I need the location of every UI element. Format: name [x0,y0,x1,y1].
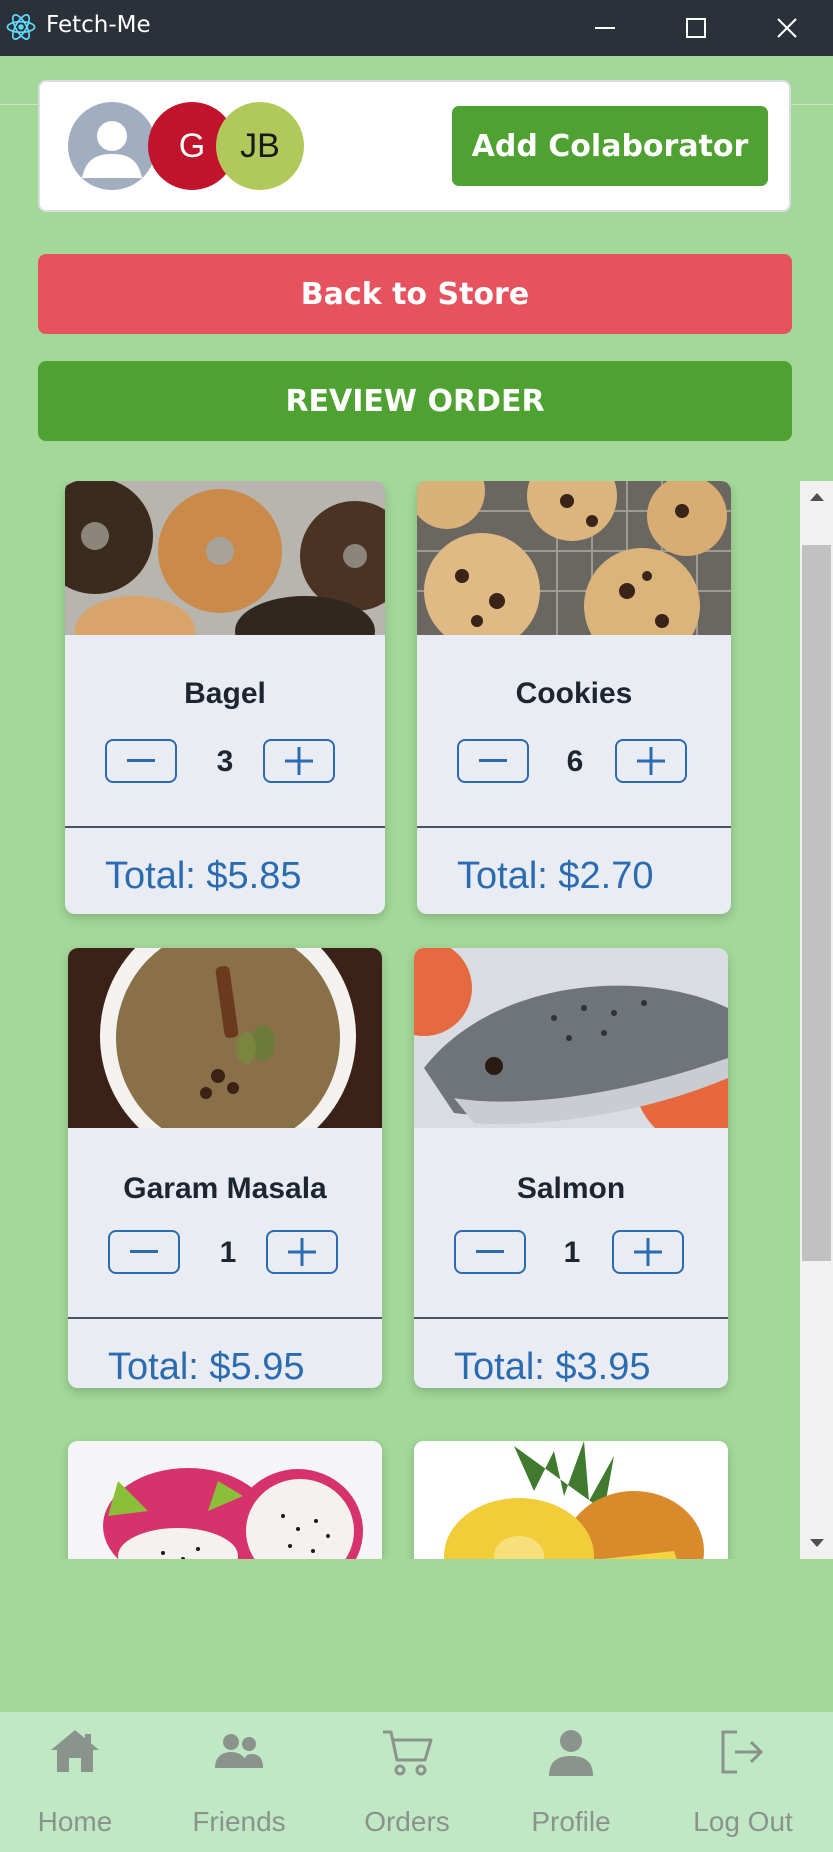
salmon-photo [414,948,728,1128]
quantity-value: 1 [563,1236,581,1269]
add-collaborator-button[interactable]: Add Colaborator [452,106,768,186]
avatar-default-user-icon[interactable] [68,102,156,190]
increase-quantity-button[interactable] [612,1230,684,1274]
scroll-up-button[interactable] [800,481,833,513]
scroll-down-button[interactable] [800,1527,833,1559]
home-icon [5,1728,145,1780]
nav-label: Home [37,1806,113,1837]
minus-icon [476,1250,504,1253]
plus-icon [288,1238,316,1266]
minus-icon [479,759,507,762]
bagel-photo [65,481,385,635]
card-divider [65,826,385,828]
plus-icon [285,747,313,775]
product-grid: Bagel 3 Total: $5.85 Cookies 6 Total: $2… [38,481,833,1559]
card-divider [414,1317,728,1319]
product-name: Salmon [516,1172,626,1205]
minimize-button[interactable] [559,0,651,56]
plus-icon [637,747,665,775]
maximize-button[interactable] [650,0,742,56]
scroll-thumb[interactable] [802,545,831,1261]
nav-item-orders[interactable]: Orders [337,1712,477,1852]
product-card-dragon-fruit [68,1441,382,1559]
nav-label: Orders [364,1806,450,1837]
product-total: Total: $3.95 [454,1346,651,1388]
decrease-quantity-button[interactable] [454,1230,526,1274]
dragon-fruit-photo [68,1441,382,1559]
minimize-icon [595,27,615,29]
window-title: Fetch-Me [46,12,151,38]
quantity-value: 1 [219,1236,237,1269]
close-icon [777,18,797,38]
product-card-pineapple [414,1441,728,1559]
nav-item-log-out[interactable]: Log Out [673,1712,813,1852]
plus-icon [634,1238,662,1266]
title-bar: Fetch-Me [0,0,833,56]
caret-down-icon [809,1539,824,1547]
product-card-bagel: Bagel 3 Total: $5.85 [65,481,385,914]
card-divider [68,1317,382,1319]
nav-label: Profile [531,1806,611,1837]
avatar-collaborator-jb[interactable]: JB [216,102,304,190]
pineapple-photo [414,1441,728,1559]
product-card-cookies: Cookies 6 Total: $2.70 [417,481,731,914]
product-scrollbar[interactable] [800,481,833,1559]
increase-quantity-button[interactable] [615,739,687,783]
react-logo-icon [6,14,36,40]
caret-up-icon [809,493,824,501]
product-total: Total: $5.85 [105,855,302,897]
friends-icon [169,1728,309,1780]
increase-quantity-button[interactable] [263,739,335,783]
quantity-value: 3 [216,745,234,778]
minus-icon [127,759,155,762]
quantity-value: 6 [566,745,584,778]
cookies-photo [417,481,731,635]
decrease-quantity-button[interactable] [457,739,529,783]
nav-item-profile[interactable]: Profile [501,1712,641,1852]
back-to-store-button[interactable]: Back to Store [38,254,792,334]
profile-icon [501,1728,641,1780]
nav-label: Log Out [693,1806,793,1837]
collaborators-panel: G JB Add Colaborator [38,80,791,212]
bottom-navigation: Home Friends Orders Profile Log Out [0,1712,833,1852]
nav-item-home[interactable]: Home [5,1712,145,1852]
close-button[interactable] [741,0,833,56]
decrease-quantity-button[interactable] [105,739,177,783]
garam-masala-photo [68,948,382,1128]
decrease-quantity-button[interactable] [108,1230,180,1274]
review-order-button[interactable]: REVIEW ORDER [38,361,792,441]
increase-quantity-button[interactable] [266,1230,338,1274]
logout-icon [673,1728,813,1780]
product-card-salmon: Salmon 1 Total: $3.95 [414,948,728,1388]
minus-icon [130,1250,158,1253]
nav-item-friends[interactable]: Friends [169,1712,309,1852]
maximize-icon [686,18,706,38]
product-name: Garam Masala [123,1172,327,1205]
product-name: Cookies [515,677,633,710]
product-total: Total: $2.70 [457,855,654,897]
cart-icon [337,1728,477,1780]
product-name: Bagel [184,677,266,710]
product-total: Total: $5.95 [108,1346,305,1388]
product-card-garam-masala: Garam Masala 1 Total: $5.95 [68,948,382,1388]
nav-label: Friends [192,1806,286,1837]
card-divider [417,826,731,828]
